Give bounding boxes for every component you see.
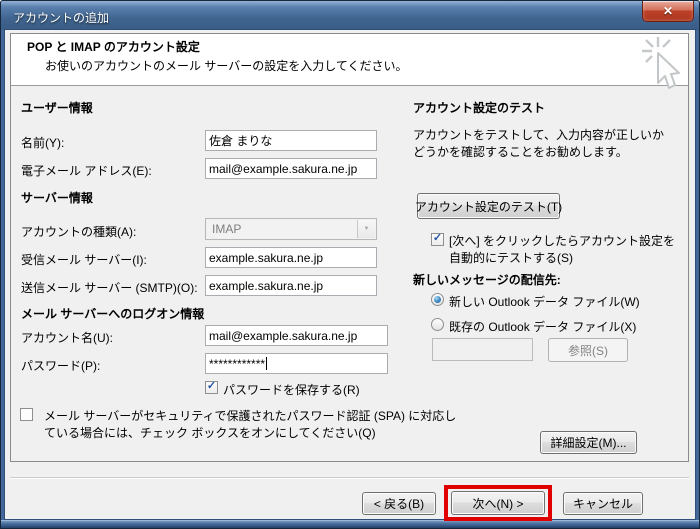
spa-label-line1: メール サーバーがセキュリティで保護されたパスワード認証 (SPA) に対応し bbox=[44, 407, 456, 424]
account-name-value: mail@example.sakura.ne.jp bbox=[209, 329, 357, 343]
email-input[interactable]: mail@example.sakura.ne.jp bbox=[205, 158, 377, 179]
section-server-info: サーバー情報 bbox=[21, 189, 93, 206]
save-password-checkbox[interactable]: ✓ bbox=[205, 381, 218, 394]
outgoing-server-input[interactable]: example.sakura.ne.jp bbox=[205, 275, 377, 296]
close-button[interactable]: ✕ bbox=[642, 1, 694, 22]
window-title: アカウントの追加 bbox=[13, 9, 109, 26]
page-subtitle: お使いのアカウントのメール サーバーの設定を入力してください。 bbox=[45, 57, 408, 74]
incoming-server-label: 受信メール サーバー(I): bbox=[21, 251, 147, 268]
incoming-server-value: example.sakura.ne.jp bbox=[209, 251, 323, 265]
name-label: 名前(Y): bbox=[21, 134, 64, 151]
password-input[interactable]: ************ bbox=[205, 353, 388, 374]
password-value: ************ bbox=[209, 357, 265, 371]
incoming-server-input[interactable]: example.sakura.ne.jp bbox=[205, 247, 377, 268]
auto-test-label-line2: 自動的にテストする(S) bbox=[449, 249, 573, 266]
outgoing-server-value: example.sakura.ne.jp bbox=[209, 279, 323, 293]
section-delivery: 新しいメッセージの配信先: bbox=[413, 271, 561, 288]
section-user-info: ユーザー情報 bbox=[21, 99, 93, 116]
cancel-button-label: キャンセル bbox=[573, 495, 633, 512]
account-type-select: IMAP ▼ bbox=[205, 218, 377, 240]
back-button-label: < 戻る(B) bbox=[374, 495, 424, 512]
email-value: mail@example.sakura.ne.jp bbox=[209, 162, 357, 176]
window-frame-bottom bbox=[1, 520, 699, 528]
name-value: 佐倉 まりな bbox=[209, 132, 272, 149]
auto-test-label-line1: [次へ] をクリックしたらアカウント設定を bbox=[449, 232, 675, 249]
next-button-label: 次へ(N) > bbox=[472, 495, 523, 512]
section-account-test: アカウント設定のテスト bbox=[413, 99, 545, 116]
account-test-desc-line1: アカウントをテストして、入力内容が正しいか bbox=[413, 126, 664, 143]
email-label: 電子メール アドレス(E): bbox=[21, 162, 152, 179]
data-file-path-input bbox=[432, 338, 533, 361]
name-input[interactable]: 佐倉 まりな bbox=[205, 130, 377, 151]
existing-data-file-radio[interactable] bbox=[431, 318, 444, 331]
account-test-button-label: アカウント設定のテスト(T) bbox=[415, 198, 562, 215]
existing-data-file-label: 既存の Outlook データ ファイル(X) bbox=[449, 318, 636, 335]
new-data-file-label: 新しい Outlook データ ファイル(W) bbox=[449, 293, 640, 310]
browse-button-label: 参照(S) bbox=[568, 342, 608, 359]
new-data-file-radio[interactable] bbox=[431, 293, 444, 306]
next-button[interactable]: 次へ(N) > bbox=[451, 491, 545, 515]
close-icon: ✕ bbox=[663, 5, 673, 17]
checkmark-icon: ✓ bbox=[433, 233, 442, 244]
auto-test-checkbox[interactable]: ✓ bbox=[431, 233, 444, 246]
password-label: パスワード(P): bbox=[21, 357, 100, 374]
checkmark-icon: ✓ bbox=[207, 381, 216, 392]
spa-label-line2: ている場合には、チェック ボックスをオンにしてください(Q) bbox=[44, 424, 376, 441]
save-password-label: パスワードを保存する(R) bbox=[223, 381, 360, 398]
browse-button: 参照(S) bbox=[548, 338, 628, 362]
outgoing-server-label: 送信メール サーバー (SMTP)(O): bbox=[21, 279, 198, 296]
advanced-settings-button-label: 詳細設定(M)... bbox=[551, 434, 627, 451]
spa-checkbox[interactable] bbox=[20, 408, 33, 421]
section-logon-info: メール サーバーへのログオン情報 bbox=[21, 305, 204, 322]
account-name-input[interactable]: mail@example.sakura.ne.jp bbox=[205, 325, 388, 346]
titlebar[interactable]: アカウントの追加 bbox=[1, 1, 699, 30]
account-name-label: アカウント名(U): bbox=[21, 329, 113, 346]
account-type-value: IMAP bbox=[212, 222, 241, 236]
account-type-label: アカウントの種類(A): bbox=[21, 223, 136, 240]
account-test-button[interactable]: アカウント設定のテスト(T) bbox=[417, 193, 560, 219]
account-test-desc-line2: どうかを確認することをお勧めします。 bbox=[413, 143, 628, 160]
back-button[interactable]: < 戻る(B) bbox=[362, 492, 436, 515]
cursor-click-icon bbox=[639, 36, 691, 92]
chevron-down-icon: ▼ bbox=[357, 220, 375, 238]
advanced-settings-button[interactable]: 詳細設定(M)... bbox=[540, 431, 637, 454]
cancel-button[interactable]: キャンセル bbox=[563, 492, 643, 515]
add-account-dialog: アカウントの追加 ✕ POP と IMAP のアカウント設定 お使いのアカウント… bbox=[0, 0, 700, 529]
text-caret bbox=[266, 357, 267, 370]
page-title: POP と IMAP のアカウント設定 bbox=[27, 38, 200, 55]
footer-separator bbox=[10, 477, 689, 479]
